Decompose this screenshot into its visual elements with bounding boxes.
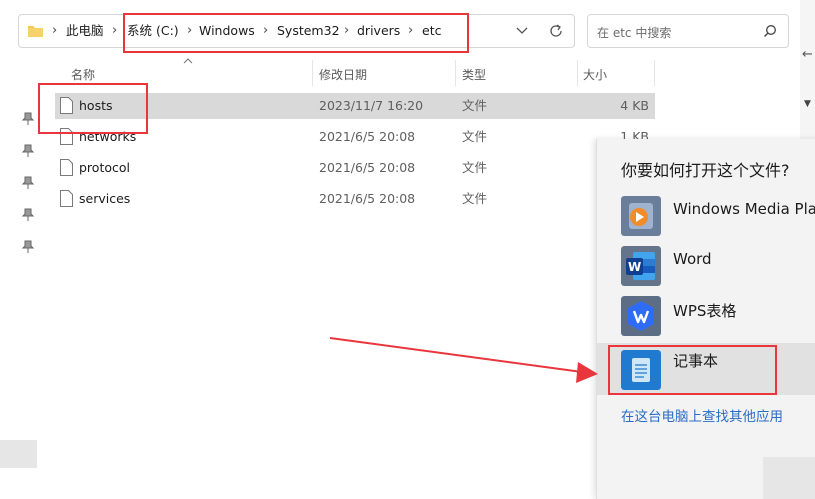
annotation-arrow (329, 337, 598, 383)
